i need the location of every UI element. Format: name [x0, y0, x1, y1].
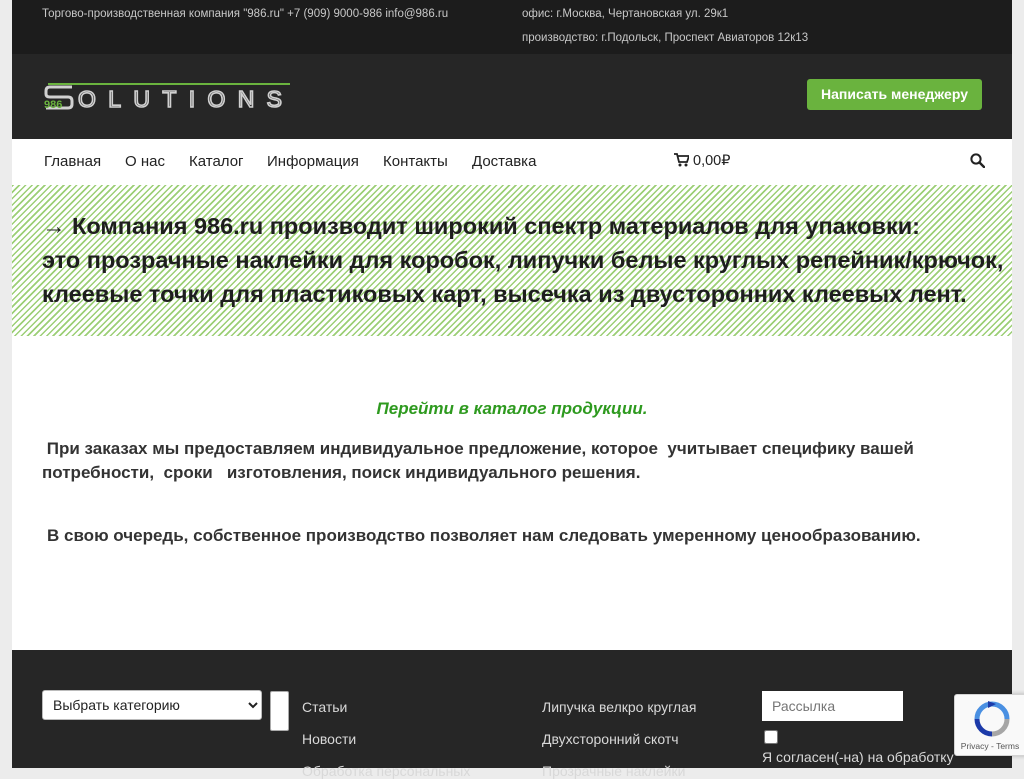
nav-item-contacts[interactable]: Контакты	[383, 153, 448, 170]
site-logo[interactable]: 986 OLUTIONS	[42, 80, 292, 114]
recaptcha-terms[interactable]: Privacy - Terms	[955, 741, 1024, 751]
newsletter-input[interactable]	[762, 691, 903, 721]
cart-icon	[674, 153, 691, 167]
pricing-paragraph: В свою очередь, собственное производство…	[47, 526, 921, 545]
footer-link-velcro[interactable]: Липучка велкро круглая	[542, 699, 696, 715]
nav-item-home[interactable]: Главная	[44, 153, 101, 170]
category-submit-button[interactable]	[270, 691, 289, 731]
search-icon	[970, 153, 986, 169]
cart-total: 0,00₽	[693, 153, 731, 169]
banner-line-2: это прозрачные наклейки для коробок, лип…	[42, 247, 1004, 273]
production-address: производство: г.Подольск, Проспект Авиат…	[522, 32, 809, 44]
nav-item-about[interactable]: О нас	[125, 153, 165, 170]
top-info-bar: Торгово-производственная компания "986.r…	[12, 0, 1012, 54]
recaptcha-badge[interactable]: Privacy - Terms	[954, 694, 1024, 756]
logo-number: 986	[44, 99, 62, 111]
search-button[interactable]	[970, 153, 986, 173]
footer-link-news[interactable]: Новости	[302, 731, 356, 747]
nav-item-info[interactable]: Информация	[267, 153, 359, 170]
recaptcha-icon	[974, 701, 1010, 737]
nav-item-delivery[interactable]: Доставка	[472, 153, 536, 170]
main-content: Перейти в каталог продукции. При заказах…	[12, 336, 1012, 650]
footer-link-personal-data[interactable]: Обработка персональных	[302, 763, 470, 779]
main-nav: Главная О нас Каталог Информация Контакт…	[12, 139, 1012, 186]
category-select[interactable]: Выбрать категорию	[42, 690, 262, 720]
catalog-link[interactable]: Перейти в каталог продукции.	[12, 399, 1012, 419]
company-contacts: Торгово-производственная компания "986.r…	[42, 8, 449, 20]
footer-link-clear-stickers[interactable]: Прозрачные наклейки	[542, 763, 685, 779]
cart-link[interactable]: 0,00₽	[674, 153, 730, 169]
banner-line-3: клеевые точки для пластиковых карт, высе…	[42, 281, 967, 307]
agree-label: Я согласен(-на) на обработку	[762, 749, 954, 765]
footer-link-articles[interactable]: Статьи	[302, 699, 347, 715]
footer-link-double-tape[interactable]: Двухсторонний скотч	[542, 731, 679, 747]
offer-paragraph: При заказах мы предоставляем индивидуаль…	[42, 439, 919, 482]
nav-item-catalog[interactable]: Каталог	[189, 153, 244, 170]
office-address: офис: г.Москва, Чертановская ул. 29к1	[522, 8, 729, 20]
agree-checkbox[interactable]	[764, 730, 778, 744]
write-manager-button[interactable]: Написать менеджеру	[807, 79, 982, 110]
banner-line-1: → Компания 986.ru производит широкий спе…	[42, 213, 920, 239]
site-header: 986 OLUTIONS Написать менеджеру	[12, 54, 1012, 139]
logo-text: OLUTIONS	[78, 86, 288, 112]
intro-banner: → Компания 986.ru производит широкий спе…	[12, 185, 1012, 336]
page-wrapper: Торгово-производственная компания "986.r…	[12, 0, 1012, 779]
solutions-logo-icon: 986 OLUTIONS	[44, 83, 290, 113]
